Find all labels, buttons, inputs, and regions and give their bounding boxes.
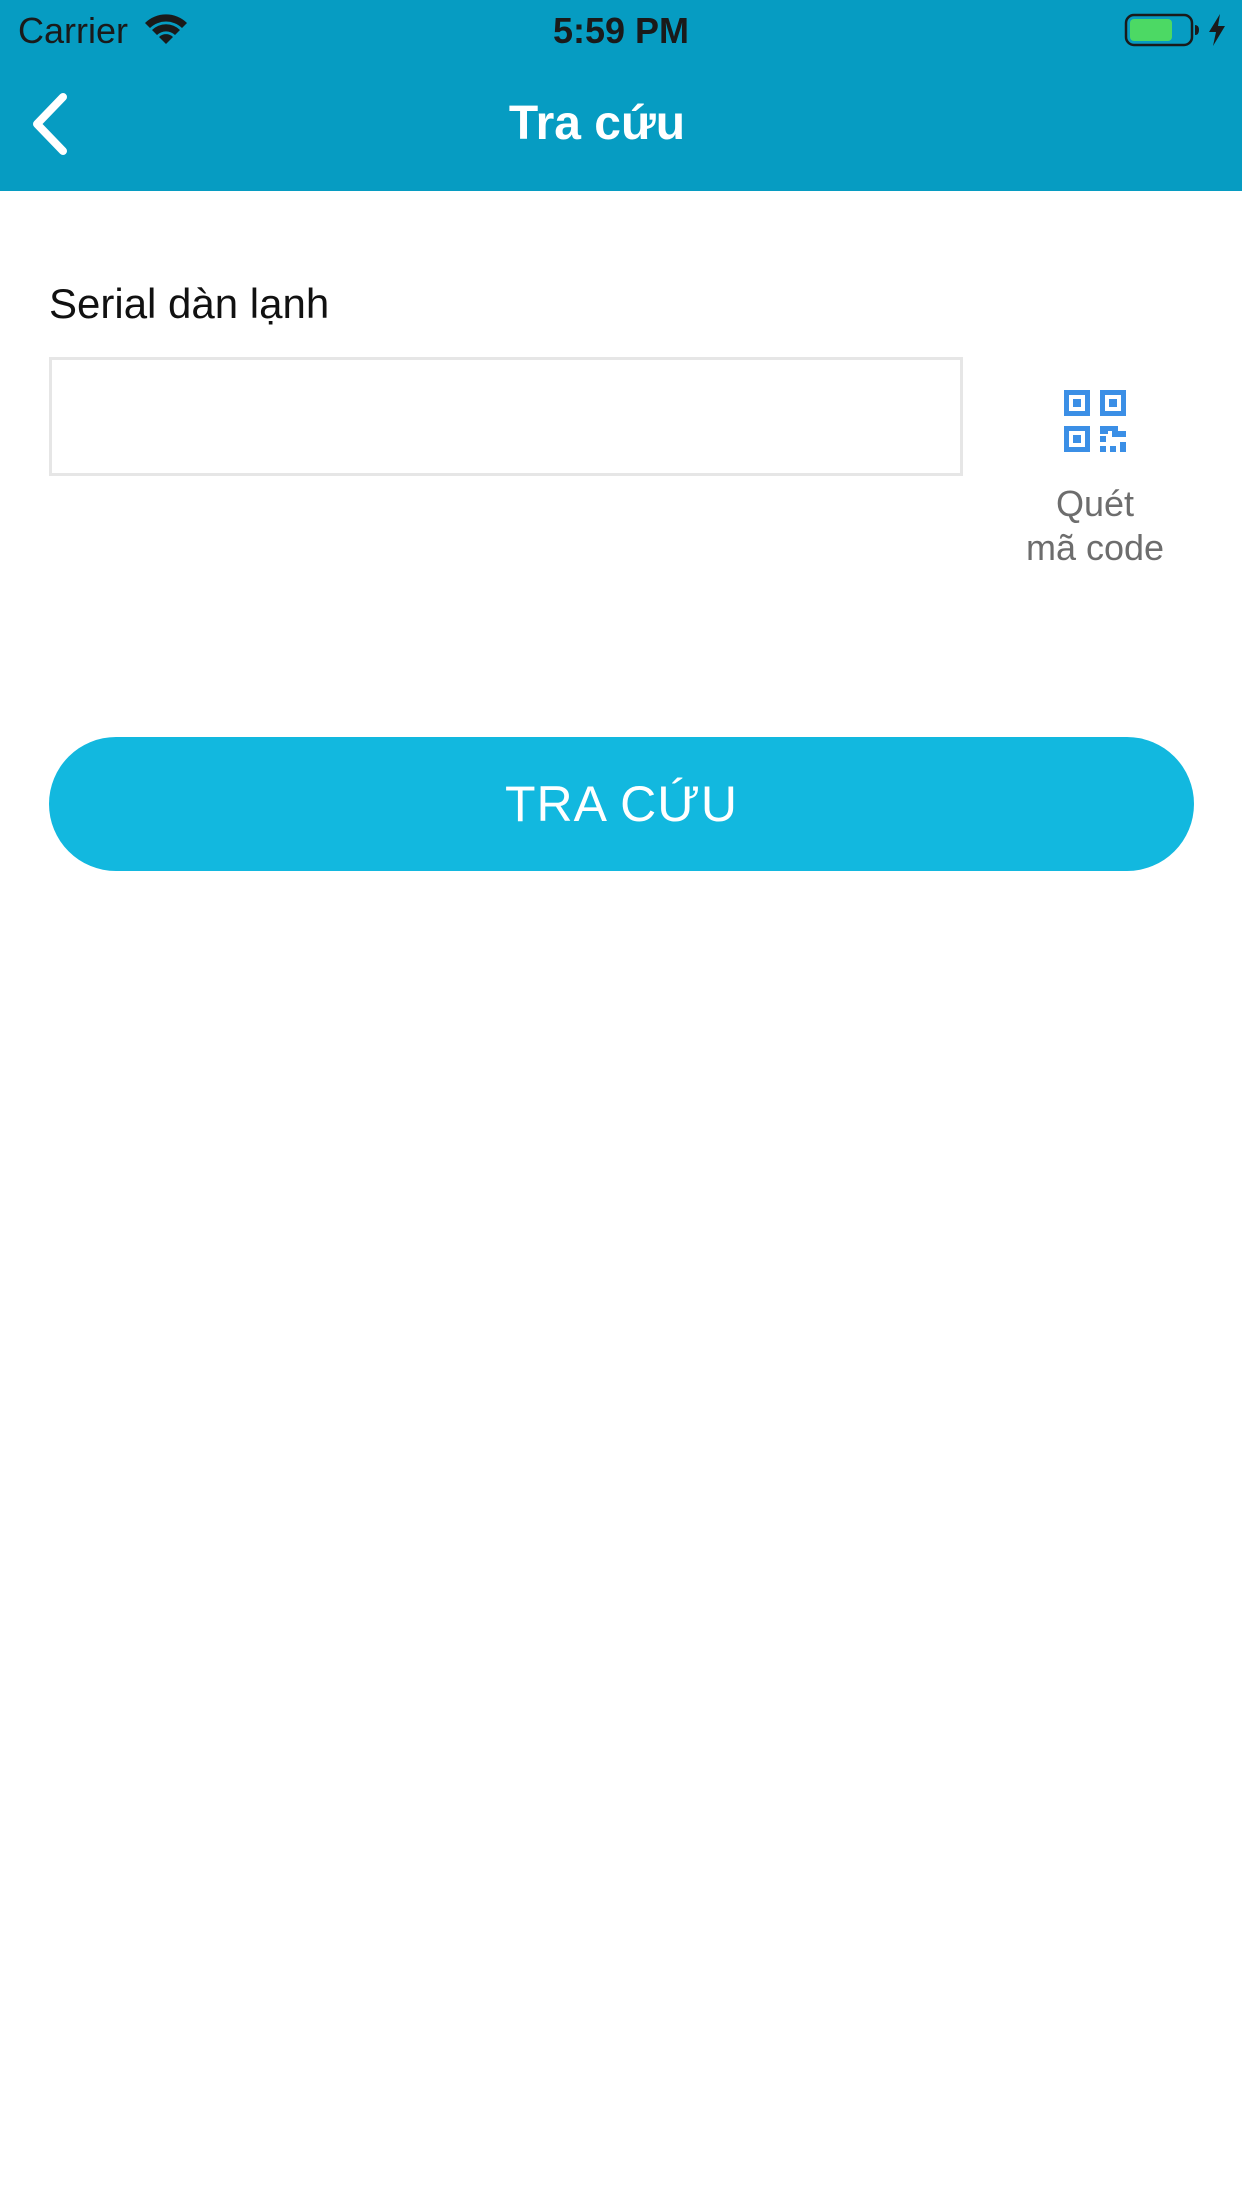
serial-label: Serial dàn lạnh	[49, 280, 330, 327]
nav-bar: Tra cứu	[0, 60, 1242, 191]
scan-qr-label: Quét mã code	[1025, 483, 1165, 568]
battery-icon	[1124, 13, 1199, 47]
header: Carrier 5:59 PM Tra cứu	[0, 0, 1242, 191]
status-bar: Carrier 5:59 PM	[0, 0, 1242, 60]
status-time: 5:59 PM	[552, 10, 690, 51]
page-title: Tra cứu	[508, 97, 686, 150]
battery-indicator	[1124, 12, 1228, 48]
lightning-icon	[1209, 14, 1225, 46]
qr-code-icon	[1064, 390, 1126, 452]
search-button[interactable]: TRA CỨU	[49, 737, 1194, 871]
serial-input[interactable]	[49, 357, 963, 476]
scan-qr-button[interactable]: Quét mã code	[1000, 380, 1190, 580]
